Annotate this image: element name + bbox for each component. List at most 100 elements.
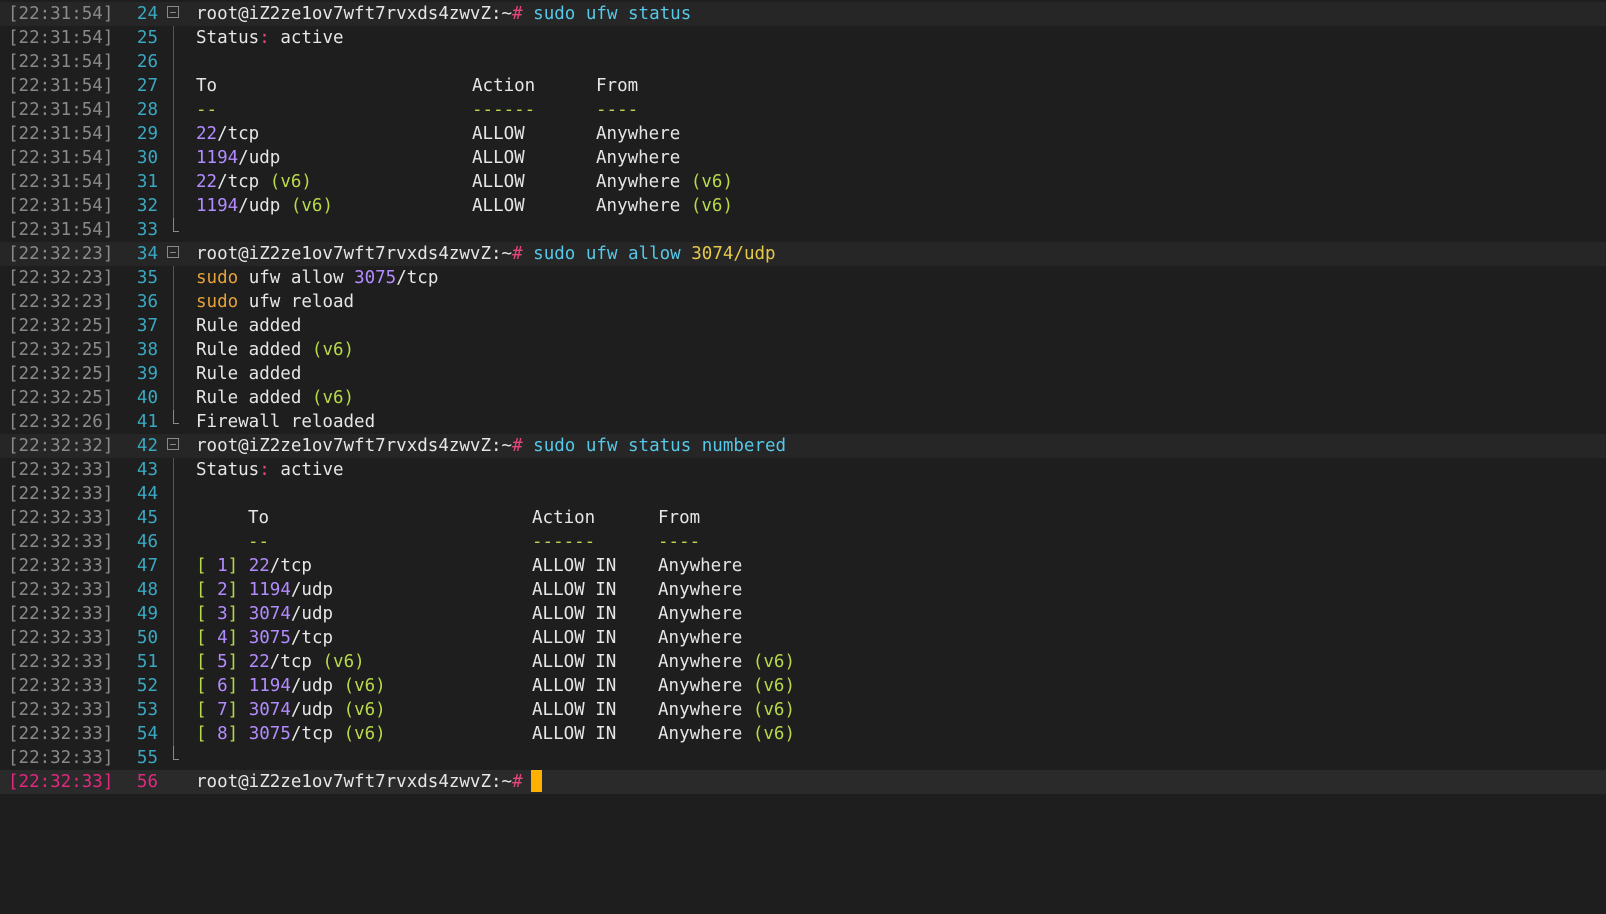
table-row: [22:32:33] 52 [ 6] 1194/udp (v6) ALLOW I… [0,674,1606,698]
rule-proto: /tcp [269,556,312,576]
line-number: 46 [136,532,158,552]
fold-collapse-icon[interactable] [166,242,184,266]
rule-v6: (v6) [269,172,312,192]
rule-from: Anywhere [658,556,743,576]
fold-guide [166,722,184,746]
timestamp: [22:32:25] [8,364,114,384]
output-text: Rule added [196,364,302,384]
fold-guide [166,314,184,338]
rule-number: 6 [206,676,228,696]
timestamp: [22:32:25] [8,388,114,408]
terminal-line: [22:32:33] 55 [0,746,1606,770]
fold-guide [166,698,184,722]
terminal-line: [22:31:54] 26 [0,50,1606,74]
line-number: 55 [136,748,158,768]
timestamp: [22:31:54] [8,76,114,96]
rule-number: 8 [206,724,228,744]
status-colon: : [259,28,270,48]
prompt: root@iZ2ze1ov7wft7rvxds4zwvZ:~ [196,4,513,24]
rule-from: Anywhere [658,604,743,624]
rule-port: 22 [196,172,218,192]
terminal-line: [22:32:25] 39 Rule added [0,362,1606,386]
rule-bracket-close: ] [227,652,239,672]
status-value: active [280,460,344,480]
timestamp: [22:32:32] [8,436,114,456]
terminal-line: [22:32:33] 46 -- ------ ---- [0,530,1606,554]
rule-port: 3074 [248,700,291,720]
terminal-line: [22:31:54] 27 To Action From [0,74,1606,98]
current-prompt-line[interactable]: [22:32:33] 56 root@iZ2ze1ov7wft7rvxds4zw… [0,770,1606,794]
timestamp: [22:32:23] [8,292,114,312]
output-text: Firewall reloaded [196,412,376,432]
rule-bracket-close: ] [227,724,239,744]
fold-guide [166,602,184,626]
text-cursor[interactable] [530,770,542,792]
terminal-window[interactable]: [22:31:54] 24 root@iZ2ze1ov7wft7rvxds4zw… [0,0,1606,813]
timestamp: [22:32:33] [8,700,114,720]
rule-proto: /udp [238,196,281,216]
timestamp: [22:31:54] [8,196,114,216]
rule-action: ALLOW IN [532,556,617,576]
timestamp: [22:32:33] [8,484,114,504]
line-number: 29 [136,124,158,144]
dash-from: ---- [596,100,639,120]
timestamp: [22:32:33] [8,556,114,576]
fold-guide [166,554,184,578]
timestamp: [22:31:54] [8,4,114,24]
command-text: ufw allow [248,268,344,288]
rule-from: Anywhere [658,580,743,600]
terminal-line: [22:32:25] 37 Rule added [0,314,1606,338]
rule-action: ALLOW IN [532,676,617,696]
timestamp: [22:32:33] [8,652,114,672]
rule-action: ALLOW [472,172,525,192]
command-sudo: sudo [533,4,576,24]
rule-proto: /tcp [290,724,334,744]
rule-number: 5 [206,652,228,672]
rule-from: Anywhere [658,724,743,744]
dash-to: -- [196,100,218,120]
line-number: 50 [136,628,158,648]
rule-bracket-close: ] [227,676,239,696]
line-number: 43 [136,460,158,480]
rule-action: ALLOW IN [532,580,617,600]
timestamp: [22:32:33] [8,724,114,744]
line-number: 31 [136,172,158,192]
terminal-line: [22:31:54] 24 root@iZ2ze1ov7wft7rvxds4zw… [0,2,1606,26]
dash-action: ------ [532,532,596,552]
fold-collapse-icon[interactable] [166,2,184,26]
rule-port: 3074 [248,604,291,624]
column-to: To [248,508,270,528]
fold-guide [166,650,184,674]
line-number: 28 [136,100,158,120]
fold-guide [166,50,184,74]
fold-guide [166,266,184,290]
terminal-line: [22:32:25] 38 Rule added (v6) [0,338,1606,362]
line-number: 51 [136,652,158,672]
prompt-hash: # [512,4,523,24]
timestamp: [22:32:33] [8,460,114,480]
line-number: 38 [136,340,158,360]
rule-v6: (v6) [343,676,386,696]
timestamp: [22:32:23] [8,268,114,288]
terminal-line: [22:32:23] 34 root@iZ2ze1ov7wft7rvxds4zw… [0,242,1606,266]
rule-bracket-open: [ [196,652,207,672]
fold-guide [166,626,184,650]
timestamp: [22:32:23] [8,244,114,264]
line-number: 49 [136,604,158,624]
line-number: 47 [136,556,158,576]
line-number: 25 [136,28,158,48]
status-label: Status [196,28,260,48]
fold-collapse-icon[interactable] [166,434,184,458]
rule-bracket-close: ] [227,604,239,624]
timestamp: [22:32:33] [8,532,114,552]
fold-guide [166,530,184,554]
timestamp: [22:32:33] [8,604,114,624]
rule-proto: /tcp [269,652,312,672]
rule-bracket-open: [ [196,556,207,576]
line-number: 48 [136,580,158,600]
timestamp: [22:32:33] [8,772,114,792]
rule-from: Anywhere [596,172,681,192]
rule-from-v6: (v6) [752,652,795,672]
rule-port: 1194 [248,676,291,696]
rule-from-v6: (v6) [690,196,733,216]
